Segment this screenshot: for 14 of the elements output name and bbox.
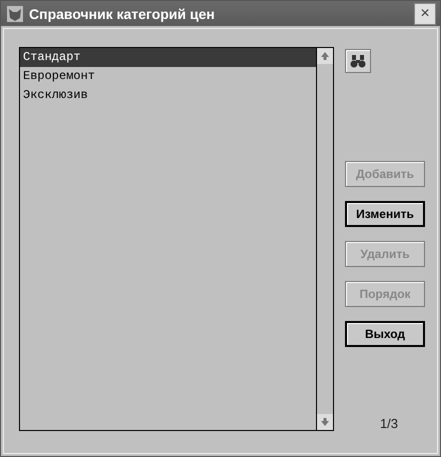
action-button[interactable]: Изменить: [345, 201, 425, 227]
app-icon: [7, 6, 23, 22]
record-counter: 1/3: [380, 416, 398, 431]
list-item[interactable]: Эксклюзив: [20, 86, 316, 105]
search-button[interactable]: [345, 49, 371, 73]
close-button[interactable]: ×: [414, 2, 436, 24]
action-button[interactable]: Выход: [345, 321, 425, 347]
binoculars-icon: [350, 54, 366, 68]
scroll-down-icon[interactable]: [317, 414, 333, 430]
list-item[interactable]: Стандарт: [20, 48, 316, 67]
scrollbar[interactable]: [316, 48, 333, 430]
list-item[interactable]: Евроремонт: [20, 67, 316, 86]
scroll-up-icon[interactable]: [317, 48, 333, 64]
window-title: Справочник категорий цен: [29, 6, 216, 22]
